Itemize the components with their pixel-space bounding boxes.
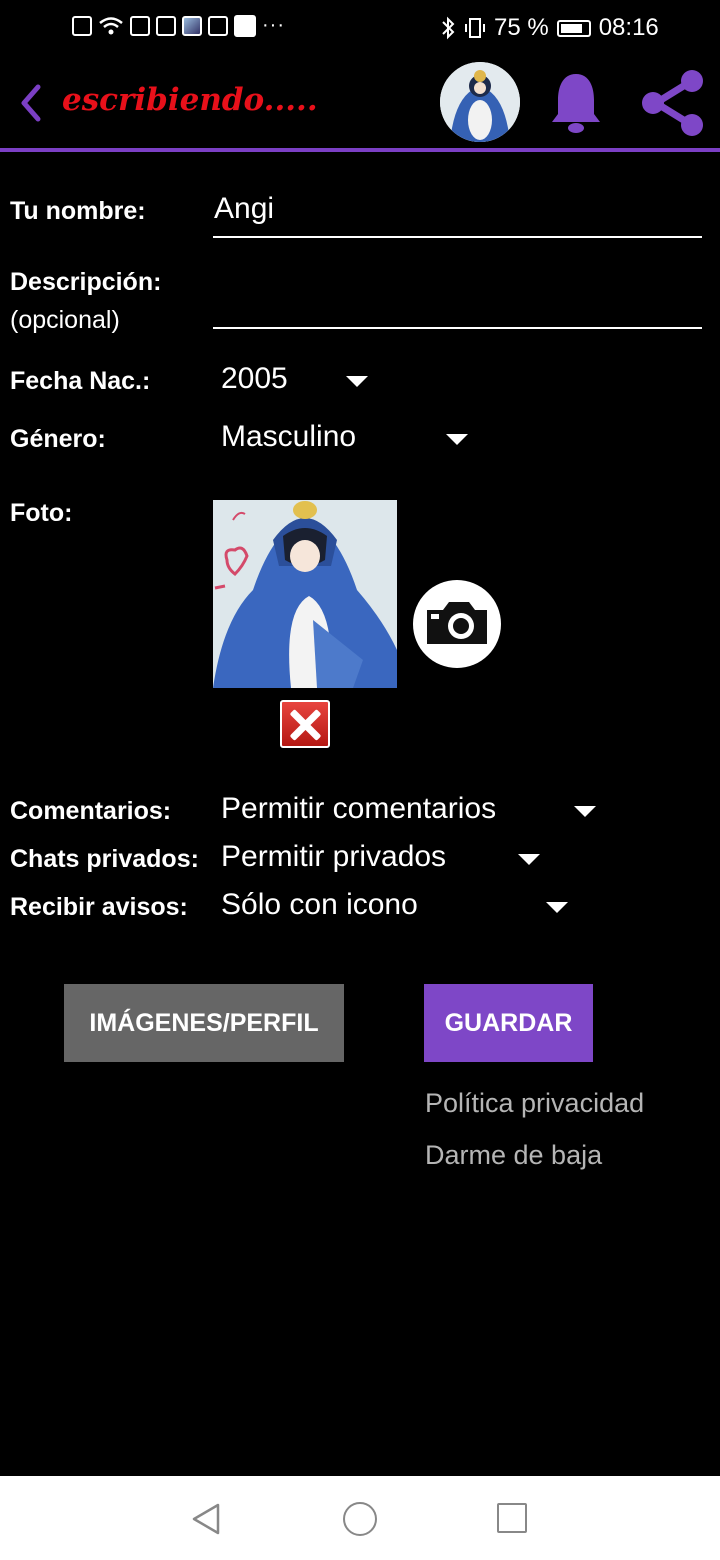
name-underline (213, 236, 702, 238)
name-input[interactable]: Angi (214, 192, 274, 226)
chevron-down-icon[interactable] (346, 376, 368, 387)
vibrate-icon (465, 18, 485, 38)
photo-label: Foto: (10, 499, 73, 527)
system-status: 75 % 08:16 (440, 14, 659, 42)
nav-recent-icon[interactable] (497, 1503, 527, 1533)
avatar[interactable] (440, 62, 520, 142)
images-profile-button[interactable]: IMÁGENES/PERFIL (64, 984, 344, 1062)
comments-select[interactable]: Permitir comentarios (221, 792, 496, 826)
private-chats-select[interactable]: Permitir privados (221, 840, 446, 874)
description-input[interactable] (214, 286, 702, 326)
bell-icon[interactable] (548, 70, 604, 134)
more-notifications: ··· (262, 14, 285, 36)
battery-icon (556, 19, 591, 37)
notifications-label: Recibir avisos: (10, 893, 188, 921)
camera-icon (427, 602, 487, 644)
message-icon (208, 15, 228, 36)
battery-percent: 75 % (494, 14, 549, 41)
message-icon (156, 15, 176, 36)
status-bar: ··· 75 % 08:16 (0, 0, 720, 56)
app-notification-icon (182, 15, 202, 36)
description-label: Descripción: (10, 268, 162, 296)
clock: 08:16 (598, 14, 659, 41)
back-icon[interactable] (16, 83, 44, 123)
birth-year-label: Fecha Nac.: (10, 367, 151, 395)
gender-select[interactable]: Masculino (221, 420, 356, 454)
camera-button[interactable] (413, 580, 501, 668)
message-icon (130, 15, 150, 36)
gender-label: Género: (10, 425, 106, 453)
system-nav-bar (0, 1476, 720, 1560)
nav-back-icon[interactable] (190, 1502, 222, 1536)
share-icon[interactable] (638, 68, 708, 138)
header-divider (0, 148, 720, 152)
profile-photo[interactable] (213, 500, 397, 688)
sim-alert-icon (72, 15, 92, 36)
wifi-icon (99, 16, 123, 34)
bluetooth-icon (442, 16, 455, 40)
save-button[interactable]: GUARDAR (424, 984, 593, 1062)
chevron-down-icon[interactable] (518, 854, 540, 865)
description-underline (213, 327, 702, 329)
page-title: escribiendo..... (62, 82, 318, 118)
nav-home-icon[interactable] (343, 1502, 377, 1536)
birth-year-select[interactable]: 2005 (221, 362, 288, 396)
description-sublabel: (opcional) (10, 306, 120, 334)
delete-photo-button[interactable] (280, 700, 330, 748)
notifications-select[interactable]: Sólo con icono (221, 888, 418, 922)
app-bar: escribiendo..... (0, 56, 720, 150)
chevron-down-icon[interactable] (574, 806, 596, 817)
chevron-down-icon[interactable] (446, 434, 468, 445)
privacy-policy-link[interactable]: Política privacidad (425, 1088, 644, 1119)
chat-app-icon (234, 14, 256, 37)
comments-label: Comentarios: (10, 797, 172, 825)
name-label: Tu nombre: (10, 197, 146, 225)
private-chats-label: Chats privados: (10, 845, 199, 873)
notification-icons: ··· (72, 14, 285, 37)
unsubscribe-link[interactable]: Darme de baja (425, 1140, 602, 1171)
chevron-down-icon[interactable] (546, 902, 568, 913)
